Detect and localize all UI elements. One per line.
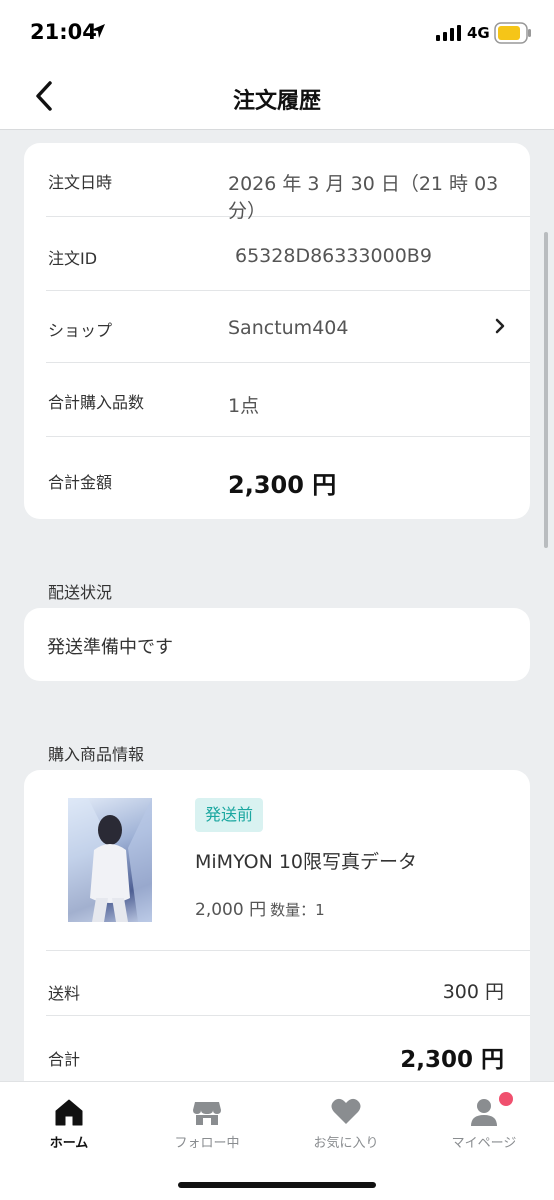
order-id-label: 注文ID [48, 249, 98, 268]
tab-home-label: ホーム [49, 1136, 89, 1151]
order-total-value: 2,300 円 [400, 1047, 504, 1073]
shop-value[interactable]: Sanctum404 [228, 317, 348, 339]
person-icon [471, 1099, 497, 1126]
tab-favorites-label: お気に入り [313, 1136, 379, 1151]
divider [46, 1015, 530, 1016]
shipping-fee-value: 300 円 [442, 981, 504, 1003]
home-icon [55, 1099, 83, 1126]
item-count-row: 合計購入品数 1点 [46, 363, 530, 437]
order-info-card: 注文日時 2026 年 3 月 30 日（21 時 03 分） 注文ID 653… [24, 143, 530, 519]
status-bar: 21:04 4G [0, 0, 554, 64]
status-time: 21:04 [30, 20, 97, 44]
product-name[interactable]: MiMYON 10限写真データ [195, 847, 417, 874]
nav-bar: 注文履歴 [0, 64, 554, 130]
product-image[interactable] [68, 798, 152, 922]
network-type: 4G [467, 24, 490, 42]
status-badge: 発送前 [195, 798, 263, 832]
home-indicator [178, 1182, 376, 1188]
tab-home[interactable]: ホーム [0, 1082, 138, 1162]
tab-bar: ホーム フォロー中 お気に入り マイページ [0, 1081, 554, 1200]
chevron-right-icon [495, 318, 505, 334]
tab-mypage-label: マイページ [451, 1136, 517, 1151]
shop-icon [193, 1102, 221, 1125]
tab-following[interactable]: フォロー中 [138, 1082, 276, 1162]
shipping-status-text: 発送準備中です [47, 637, 173, 658]
total-amount-value: 2,300 円 [228, 471, 337, 499]
battery-icon [494, 22, 531, 44]
shop-label: ショップ [48, 321, 113, 340]
tab-favorites[interactable]: お気に入り [277, 1082, 415, 1162]
scrollbar[interactable] [544, 232, 548, 548]
item-count-value: 1点 [228, 395, 260, 417]
heart-icon [331, 1098, 361, 1124]
order-date-row: 注文日時 2026 年 3 月 30 日（21 時 03 分） [46, 143, 530, 222]
product-price-line: 2,000 円数量：1 [195, 895, 325, 920]
cellular-signal-icon [436, 25, 461, 41]
order-id-value: 65328D86333000B9 [235, 245, 432, 267]
location-arrow-icon [91, 24, 105, 38]
order-total-label: 合計 [48, 1050, 81, 1069]
notification-dot [499, 1092, 513, 1106]
product-price: 2,000 円 [195, 900, 267, 920]
shipping-status-card: 発送準備中です [24, 608, 530, 681]
shipping-section-title: 配送状況 [48, 583, 113, 602]
product-section-title: 購入商品情報 [48, 745, 145, 764]
shipping-fee-label: 送料 [48, 984, 81, 1003]
product-quantity: 数量：1 [270, 901, 325, 919]
product-photo-figure [68, 798, 152, 922]
item-count-label: 合計購入品数 [48, 393, 145, 412]
divider [46, 950, 530, 951]
order-date-value: 2026 年 3 月 30 日（21 時 03 分） [228, 173, 499, 222]
tab-mypage[interactable]: マイページ [415, 1082, 553, 1162]
order-date-label: 注文日時 [48, 173, 113, 192]
product-card: 発送前 MiMYON 10限写真データ 2,000 円数量：1 送料 300 円… [24, 770, 530, 1081]
scroll-content[interactable]: 注文日時 2026 年 3 月 30 日（21 時 03 分） 注文ID 653… [0, 131, 554, 1081]
tab-following-label: フォロー中 [174, 1136, 240, 1151]
page-title: 注文履歴 [232, 89, 321, 114]
shop-row[interactable]: ショップ Sanctum404 [46, 291, 530, 363]
order-id-row: 注文ID 65328D86333000B9 [46, 217, 530, 291]
total-amount-label: 合計金額 [48, 473, 113, 492]
total-amount-row: 合計金額 2,300 円 [46, 437, 530, 519]
